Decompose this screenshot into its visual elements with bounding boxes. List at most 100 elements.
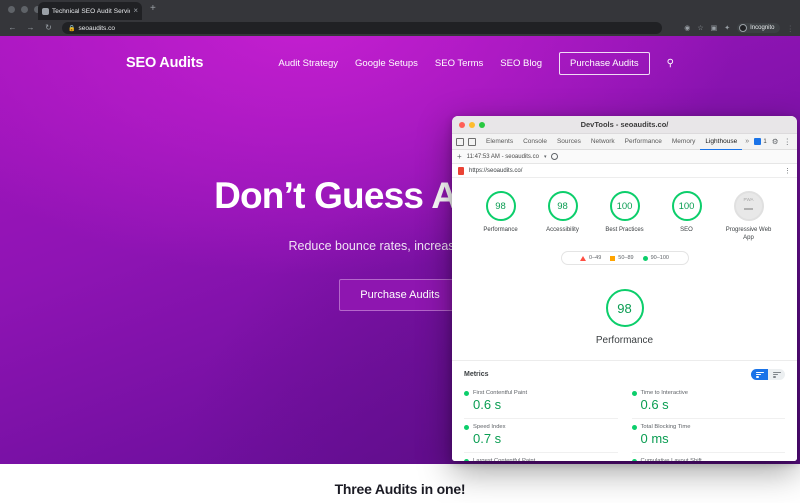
toggle-expanded-view[interactable] [768,369,785,380]
gauge-best-practices[interactable]: 100 Best Practices [601,191,649,242]
gauge-ring: 100 [609,191,640,221]
issues-count: 1 [763,138,767,145]
back-icon[interactable]: ← [8,24,17,32]
tab-memory[interactable]: Memory [667,134,700,149]
gear-icon[interactable]: ⚙ [772,137,779,146]
navigation-buttons: ← → ↻ [8,24,53,32]
devtools-window[interactable]: DevTools - seoaudits.co/ Elements Consol… [452,116,797,461]
browser-menu-icon[interactable]: ⋮ [787,24,795,33]
search-icon[interactable]: ⚲ [667,58,674,69]
gauge-ring: 100 [671,191,702,221]
metrics-view-toggle[interactable] [751,369,785,381]
metric-first-contentful-paint: First Contentful Paint 0.6 s [464,385,618,420]
report-timestamp: 11:47:53 AM - seoaudits.co [466,153,539,160]
tabs-overflow-icon[interactable]: » [742,138,752,145]
tab-performance[interactable]: Performance [620,134,667,149]
devtools-tool-icons [456,137,476,146]
gauge-seo[interactable]: 100 SEO [663,191,711,242]
gauge-ring: 98 [547,191,578,221]
inspect-element-icon[interactable] [456,137,464,146]
clear-reports-icon[interactable] [551,153,559,160]
extensions-icon[interactable]: ◉ [684,24,690,32]
metric-cumulative-layout-shift: Cumulative Layout Shift 0.006 [631,453,786,461]
circle-icon [642,255,648,261]
devtools-titlebar: DevTools - seoaudits.co/ [452,116,797,134]
gauge-label: Best Practices [605,227,644,233]
devtools-menu-icon[interactable]: ⋮ [784,137,792,146]
close-icon[interactable]: × [133,7,138,15]
gauge-label: Performance [483,227,518,233]
lock-icon: 🔒 [68,25,76,32]
status-dot-icon [631,458,637,461]
devtools-tabbar-right: 1 ⚙ ⋮ [754,137,793,146]
lighthouse-toolbar: + 11:47:53 AM - seoaudits.co ▾ [452,150,797,164]
tab-strip: Technical SEO Audit Service | × + [0,0,800,20]
nav-item-google-setups[interactable]: Google Setups [355,58,418,69]
metric-time-to-interactive: Time to Interactive 0.6 s [631,385,785,420]
tab-title: Technical SEO Audit Service | [52,7,130,15]
chevron-down-icon[interactable]: ▾ [544,154,547,160]
metrics-grid: First Contentful Paint 0.6 s Time to Int… [464,385,785,461]
pwa-badge-label: PWA [743,197,754,202]
metric-value: 0 ms [640,431,669,447]
metric-name: Total Blocking Time [640,424,691,431]
window-traffic-lights[interactable] [8,6,41,13]
legend-label: 50–89 [618,255,634,262]
tab-lighthouse[interactable]: Lighthouse [700,134,743,150]
toggle-compact-view[interactable] [751,369,768,381]
site-header: SEO Audits Audit Strategy Google Setups … [0,36,800,90]
gauge-label: Accessibility [546,227,579,233]
metric-name: Speed Index [473,424,506,431]
metric-value: 0.7 s [473,431,502,447]
legend-item-average: 50–89 [610,255,634,262]
gauge-label: SEO [680,227,693,233]
issues-badge[interactable]: 1 [754,138,767,145]
forward-icon[interactable]: → [26,24,35,32]
status-dot-icon [464,390,469,396]
puzzle-icon[interactable]: ✦ [724,24,730,32]
audited-url: https://seoaudits.co/ [469,167,523,174]
lighthouse-url-bar: https://seoaudits.co/ ⋮ [452,164,797,178]
tab-console[interactable]: Console [518,134,552,149]
gauge-progressive-web-app[interactable]: PWA Progressive Web App [725,191,773,242]
nav-purchase-audits-button[interactable]: Purchase Audits [559,51,650,75]
device-toolbar-icon[interactable] [468,137,476,146]
tab-sources[interactable]: Sources [552,134,586,149]
metric-total-blocking-time: Total Blocking Time 0 ms [631,419,785,454]
nav-item-seo-blog[interactable]: SEO Blog [500,58,542,69]
star-icon[interactable]: ☆ [697,24,703,32]
browser-tab[interactable]: Technical SEO Audit Service | × [38,2,142,20]
metric-name: Time to Interactive [640,390,688,397]
metric-value: 0.6 s [640,397,669,413]
metrics-header: Metrics [464,369,785,381]
metrics-title: Metrics [464,371,489,379]
site-logo[interactable]: SEO Audits [126,55,203,71]
devtools-window-title: DevTools - seoaudits.co/ [580,120,669,129]
gauge-performance[interactable]: 98 Performance [477,191,525,242]
triangle-icon [580,255,587,261]
metric-name: First Contentful Paint [473,390,528,397]
score-legend: 0–49 50–89 90–100 [560,251,689,266]
legend-label: 90–100 [650,255,669,262]
metric-name: Cumulative Layout Shift [641,458,702,461]
metric-value: 0.6 s [473,397,502,413]
address-bar[interactable]: 🔒 seoaudits.co [62,22,662,34]
browser-toolbar: ← → ↻ 🔒 seoaudits.co ◉ ☆ ▣ ✦ Incognito ⋮ [0,20,800,36]
screenshot-icon[interactable]: ▣ [711,24,718,32]
tab-network[interactable]: Network [586,134,620,149]
gauge-accessibility[interactable]: 98 Accessibility [539,191,587,242]
new-audit-icon[interactable]: + [457,152,462,161]
incognito-indicator[interactable]: Incognito [737,23,780,33]
nav-item-audit-strategy[interactable]: Audit Strategy [278,58,338,69]
new-tab-button[interactable]: + [150,4,156,14]
reload-icon[interactable]: ↻ [44,24,53,32]
tab-elements[interactable]: Elements [481,134,518,149]
tab-favicon [42,7,49,15]
devtools-tabbar: Elements Console Sources Network Perform… [452,134,797,150]
legend-item-pass: 90–100 [642,255,669,262]
report-menu-icon[interactable]: ⋮ [784,167,791,175]
gauge-ring: 98 [485,191,516,221]
hero-purchase-audits-button[interactable]: Purchase Audits [339,278,461,311]
list-icon [772,371,781,379]
nav-item-seo-terms[interactable]: SEO Terms [435,58,483,69]
